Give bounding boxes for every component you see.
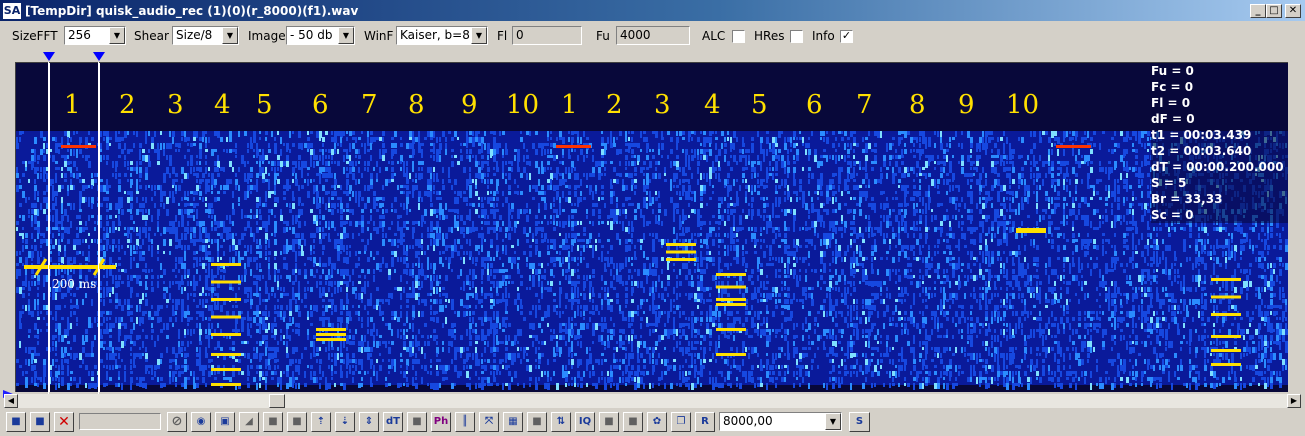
chevron-down-icon[interactable]: ▼ <box>471 27 487 44</box>
window-title: [TempDir] quisk_audio_rec (1)(0)(r_8000)… <box>25 4 359 18</box>
fu-field[interactable]: 4000 <box>616 26 690 45</box>
image-value: - 50 db <box>290 28 333 42</box>
close-button[interactable]: ✕ <box>1285 4 1301 18</box>
spectrogram-view[interactable]: 1 2 3 4 5 6 7 8 9 10 1 2 3 4 5 6 7 8 9 10 200 ms Fu = 0 Fc =… <box>15 62 1288 392</box>
title-bar: SA [TempDir] quisk_audio_rec (1)(0)(r_80… <box>0 0 1305 22</box>
sizefft-label: SizeFFT <box>12 29 58 43</box>
alc-label: ALC <box>702 29 726 43</box>
alc-checkbox[interactable] <box>732 30 745 43</box>
settings-toolbar: SizeFFT 256 ▼ Shear Size/8 ▼ Image - 50 … <box>0 22 1305 50</box>
winf-label: WinF <box>364 29 394 43</box>
sizefft-select[interactable]: 256 ▼ <box>64 26 126 45</box>
chevron-down-icon[interactable]: ▼ <box>109 27 125 44</box>
winf-select[interactable]: Kaiser, b=8 ▼ <box>396 26 488 45</box>
info-label: Info <box>812 29 835 43</box>
shear-value: Size/8 <box>176 28 213 42</box>
hres-label: HRes <box>754 29 785 43</box>
image-label: Image <box>248 29 286 43</box>
winf-value: Kaiser, b=8 <box>400 28 470 42</box>
shear-select[interactable]: Size/8 ▼ <box>172 26 239 45</box>
minimize-button[interactable]: _ <box>1250 4 1266 18</box>
shear-label: Shear <box>134 29 169 43</box>
app-icon[interactable]: SA <box>3 3 21 19</box>
chevron-down-icon[interactable]: ▼ <box>338 27 354 44</box>
fu-label: Fu <box>596 29 610 43</box>
sizefft-value: 256 <box>68 28 91 42</box>
fl-field[interactable]: 0 <box>512 26 582 45</box>
fl-label: Fl <box>497 29 508 43</box>
maximize-button[interactable]: □ <box>1266 4 1282 18</box>
image-select[interactable]: - 50 db ▼ <box>286 26 355 45</box>
chevron-down-icon[interactable]: ▼ <box>222 27 238 44</box>
hres-checkbox[interactable] <box>790 30 803 43</box>
info-checkbox[interactable]: ✓ <box>840 30 853 43</box>
